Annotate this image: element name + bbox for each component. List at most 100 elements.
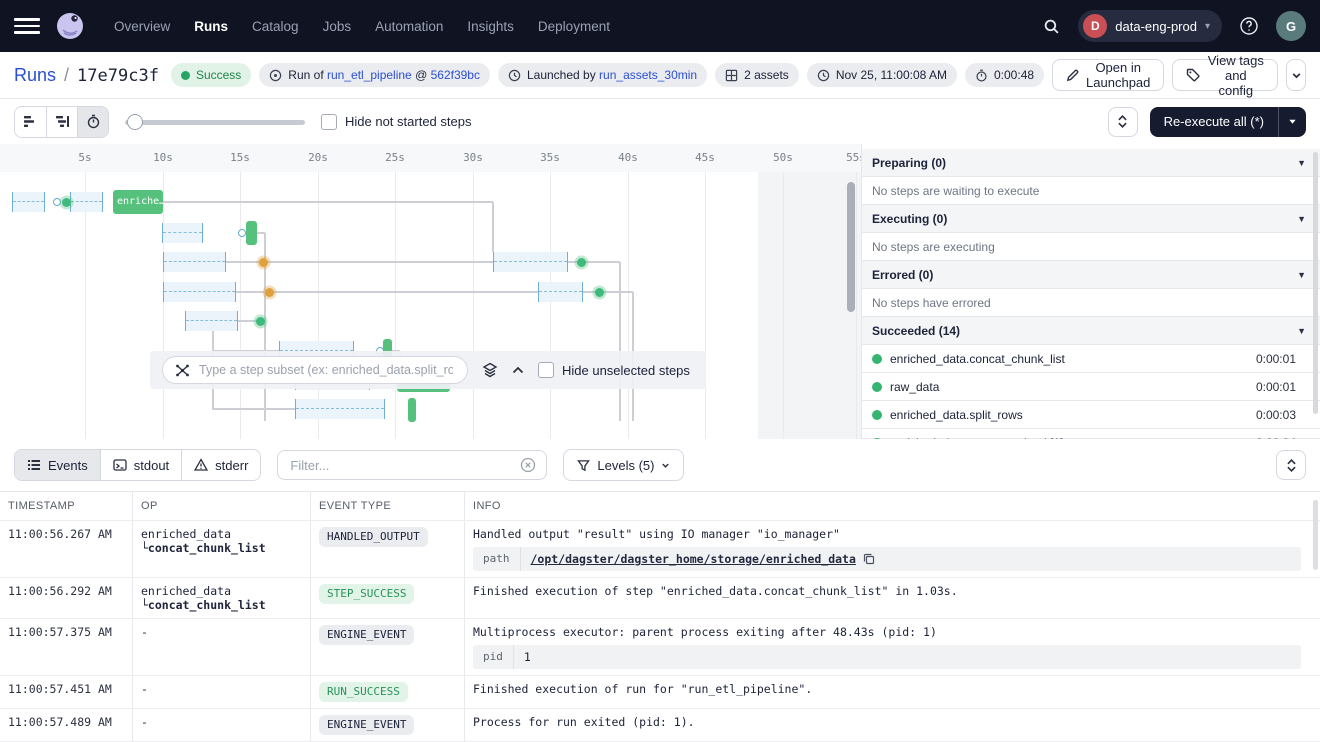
- chevron-up-icon[interactable]: [512, 366, 524, 374]
- tab-events[interactable]: Events: [15, 450, 100, 480]
- gantt-step-bar[interactable]: enriche…: [113, 190, 163, 214]
- avatar[interactable]: G: [1276, 11, 1306, 41]
- run-icon: [269, 69, 282, 82]
- event-info: Handled output "result" using IO manager…: [465, 521, 1320, 577]
- checkbox-icon[interactable]: [321, 114, 337, 130]
- nav-item-overview[interactable]: Overview: [114, 19, 170, 34]
- dagster-logo-icon[interactable]: [54, 10, 86, 42]
- event-log-row[interactable]: 11:00:57.489 AM-ENGINE_EVENTProcess for …: [0, 709, 1320, 742]
- log-filter-input[interactable]: [288, 457, 512, 474]
- gantt-chart[interactable]: Hide unselected steps 5s10s15s20s25s30s3…: [0, 144, 862, 439]
- tag-link[interactable]: run_assets_30min: [599, 68, 697, 82]
- steps-section-header[interactable]: Executing (0)▼: [862, 205, 1320, 233]
- step-list-item[interactable]: enriched_data.concat_chunk_list0:00:01: [862, 345, 1320, 373]
- gantt-waiting-box[interactable]: [163, 252, 226, 272]
- step-list-item[interactable]: raw_data0:00:01: [862, 373, 1320, 401]
- clear-filter-icon[interactable]: [520, 457, 536, 473]
- workspace-switcher[interactable]: D data-eng-prod ▾: [1078, 10, 1222, 42]
- reexecute-all-button[interactable]: Re-execute all (*): [1150, 107, 1278, 137]
- run-tag-3[interactable]: Nov 25, 11:00:08 AM: [807, 63, 957, 87]
- timed-view-icon[interactable]: [77, 107, 108, 137]
- tag-link[interactable]: run_etl_pipeline: [327, 68, 412, 82]
- event-op-step: └concat_chunk_list: [141, 598, 302, 612]
- search-icon[interactable]: [1036, 11, 1066, 41]
- steps-panel-scrollbar[interactable]: [1313, 152, 1318, 414]
- event-log-row[interactable]: 11:00:56.267 AMenriched_data└concat_chun…: [0, 521, 1320, 578]
- hide-unselected-checkbox[interactable]: Hide unselected steps: [538, 362, 690, 378]
- metadata-key: pid: [473, 645, 514, 669]
- log-panel-stepper[interactable]: [1276, 450, 1306, 480]
- events-table-header: TIMESTAMPOPEVENT TYPEINFO: [0, 492, 1320, 521]
- event-type-cell: ENGINE_EVENT: [311, 619, 465, 675]
- run-tag-2[interactable]: 2 assets: [715, 63, 799, 87]
- nav-item-runs[interactable]: Runs: [194, 19, 228, 34]
- tab-stderr[interactable]: stderr: [181, 450, 260, 480]
- slider-thumb[interactable]: [127, 114, 143, 130]
- checkbox-icon[interactable]: [538, 362, 554, 378]
- chevron-down-icon: ▼: [1297, 270, 1306, 280]
- reexecute-dropdown-button[interactable]: [1278, 107, 1306, 137]
- nav-item-catalog[interactable]: Catalog: [252, 19, 299, 34]
- gantt-step-bar[interactable]: [246, 221, 257, 245]
- gantt-tick-label: 20s: [308, 151, 328, 164]
- step-duration: 0:00:01: [1256, 380, 1296, 394]
- tag-link[interactable]: 562f39bc: [431, 68, 480, 82]
- open-in-launchpad-button[interactable]: Open in Launchpad: [1052, 59, 1164, 91]
- gantt-step-bar[interactable]: [408, 398, 416, 422]
- hide-not-started-checkbox[interactable]: Hide not started steps: [321, 114, 471, 130]
- gantt-waiting-box[interactable]: [70, 192, 103, 212]
- flat-view-icon[interactable]: [15, 107, 46, 137]
- gantt-gridline: [163, 172, 164, 439]
- tag-icon: [1186, 68, 1200, 82]
- gantt-waiting-box[interactable]: [162, 223, 203, 243]
- step-list-item[interactable]: enriched_data.process_chunk[1]0:00:04: [862, 429, 1320, 439]
- help-icon[interactable]: [1234, 11, 1264, 41]
- steps-section-header[interactable]: Succeeded (14)▼: [862, 317, 1320, 345]
- metadata-text: 1: [524, 650, 531, 664]
- view-tags-config-button[interactable]: View tags and config: [1172, 59, 1278, 91]
- event-log-row[interactable]: 11:00:57.375 AM-ENGINE_EVENTMultiprocess…: [0, 619, 1320, 676]
- run-tag-4[interactable]: 0:00:48: [965, 63, 1044, 87]
- waterfall-view-icon[interactable]: [46, 107, 77, 137]
- column-header-op: OP: [133, 492, 311, 520]
- steps-section-header[interactable]: Errored (0)▼: [862, 261, 1320, 289]
- event-log-row[interactable]: 11:00:56.292 AMenriched_data└concat_chun…: [0, 578, 1320, 619]
- events-table-scrollbar[interactable]: [1313, 500, 1318, 570]
- more-actions-button[interactable]: [1286, 59, 1306, 91]
- gantt-connector: [583, 291, 633, 293]
- menu-icon[interactable]: [14, 13, 40, 39]
- tab-stdout[interactable]: stdout: [100, 450, 181, 480]
- event-type-badge: HANDLED_OUTPUT: [319, 527, 428, 547]
- gantt-waiting-box[interactable]: [493, 252, 568, 272]
- chevron-down-icon: ▼: [1297, 158, 1306, 168]
- step-list-item[interactable]: enriched_data.split_rows0:00:03: [862, 401, 1320, 429]
- gantt-waiting-box[interactable]: [185, 311, 238, 331]
- event-log-row[interactable]: 11:00:57.451 AM-RUN_SUCCESSFinished exec…: [0, 676, 1320, 709]
- gantt-waiting-box[interactable]: [12, 192, 45, 212]
- run-tag-1[interactable]: Launched by run_assets_30min: [498, 63, 707, 87]
- status-dot-icon: [181, 71, 190, 80]
- chevron-down-icon: [1291, 70, 1302, 81]
- event-info: Finished execution of step "enriched_dat…: [465, 578, 1320, 618]
- gantt-scrollbar[interactable]: [847, 182, 855, 312]
- event-timestamp: 11:00:56.292 AM: [0, 578, 133, 618]
- gantt-tick-label: 35s: [540, 151, 560, 164]
- levels-dropdown[interactable]: Levels (5): [563, 449, 684, 481]
- expand-collapse-stepper[interactable]: [1108, 107, 1138, 137]
- nav-item-insights[interactable]: Insights: [467, 19, 514, 34]
- nav-item-deployment[interactable]: Deployment: [538, 19, 610, 34]
- gantt-waiting-box[interactable]: [295, 399, 385, 419]
- run-tag-0[interactable]: Run of run_etl_pipeline @ 562f39bc: [259, 63, 490, 87]
- step-subset-input[interactable]: [197, 362, 455, 378]
- gantt-zoom-slider[interactable]: [125, 114, 305, 130]
- breadcrumb-runs-link[interactable]: Runs: [14, 65, 56, 86]
- metadata-path-link[interactable]: /opt/dagster/dagster_home/storage/enrich…: [531, 552, 856, 566]
- gantt-waiting-box[interactable]: [163, 282, 236, 302]
- event-info: Process for run exited (pid: 1).: [465, 709, 1320, 741]
- nav-item-automation[interactable]: Automation: [375, 19, 443, 34]
- nav-item-jobs[interactable]: Jobs: [323, 19, 352, 34]
- steps-section-header[interactable]: Preparing (0)▼: [862, 149, 1320, 177]
- layers-icon[interactable]: [482, 362, 498, 378]
- copy-icon[interactable]: [863, 553, 875, 565]
- gantt-waiting-box[interactable]: [538, 282, 583, 302]
